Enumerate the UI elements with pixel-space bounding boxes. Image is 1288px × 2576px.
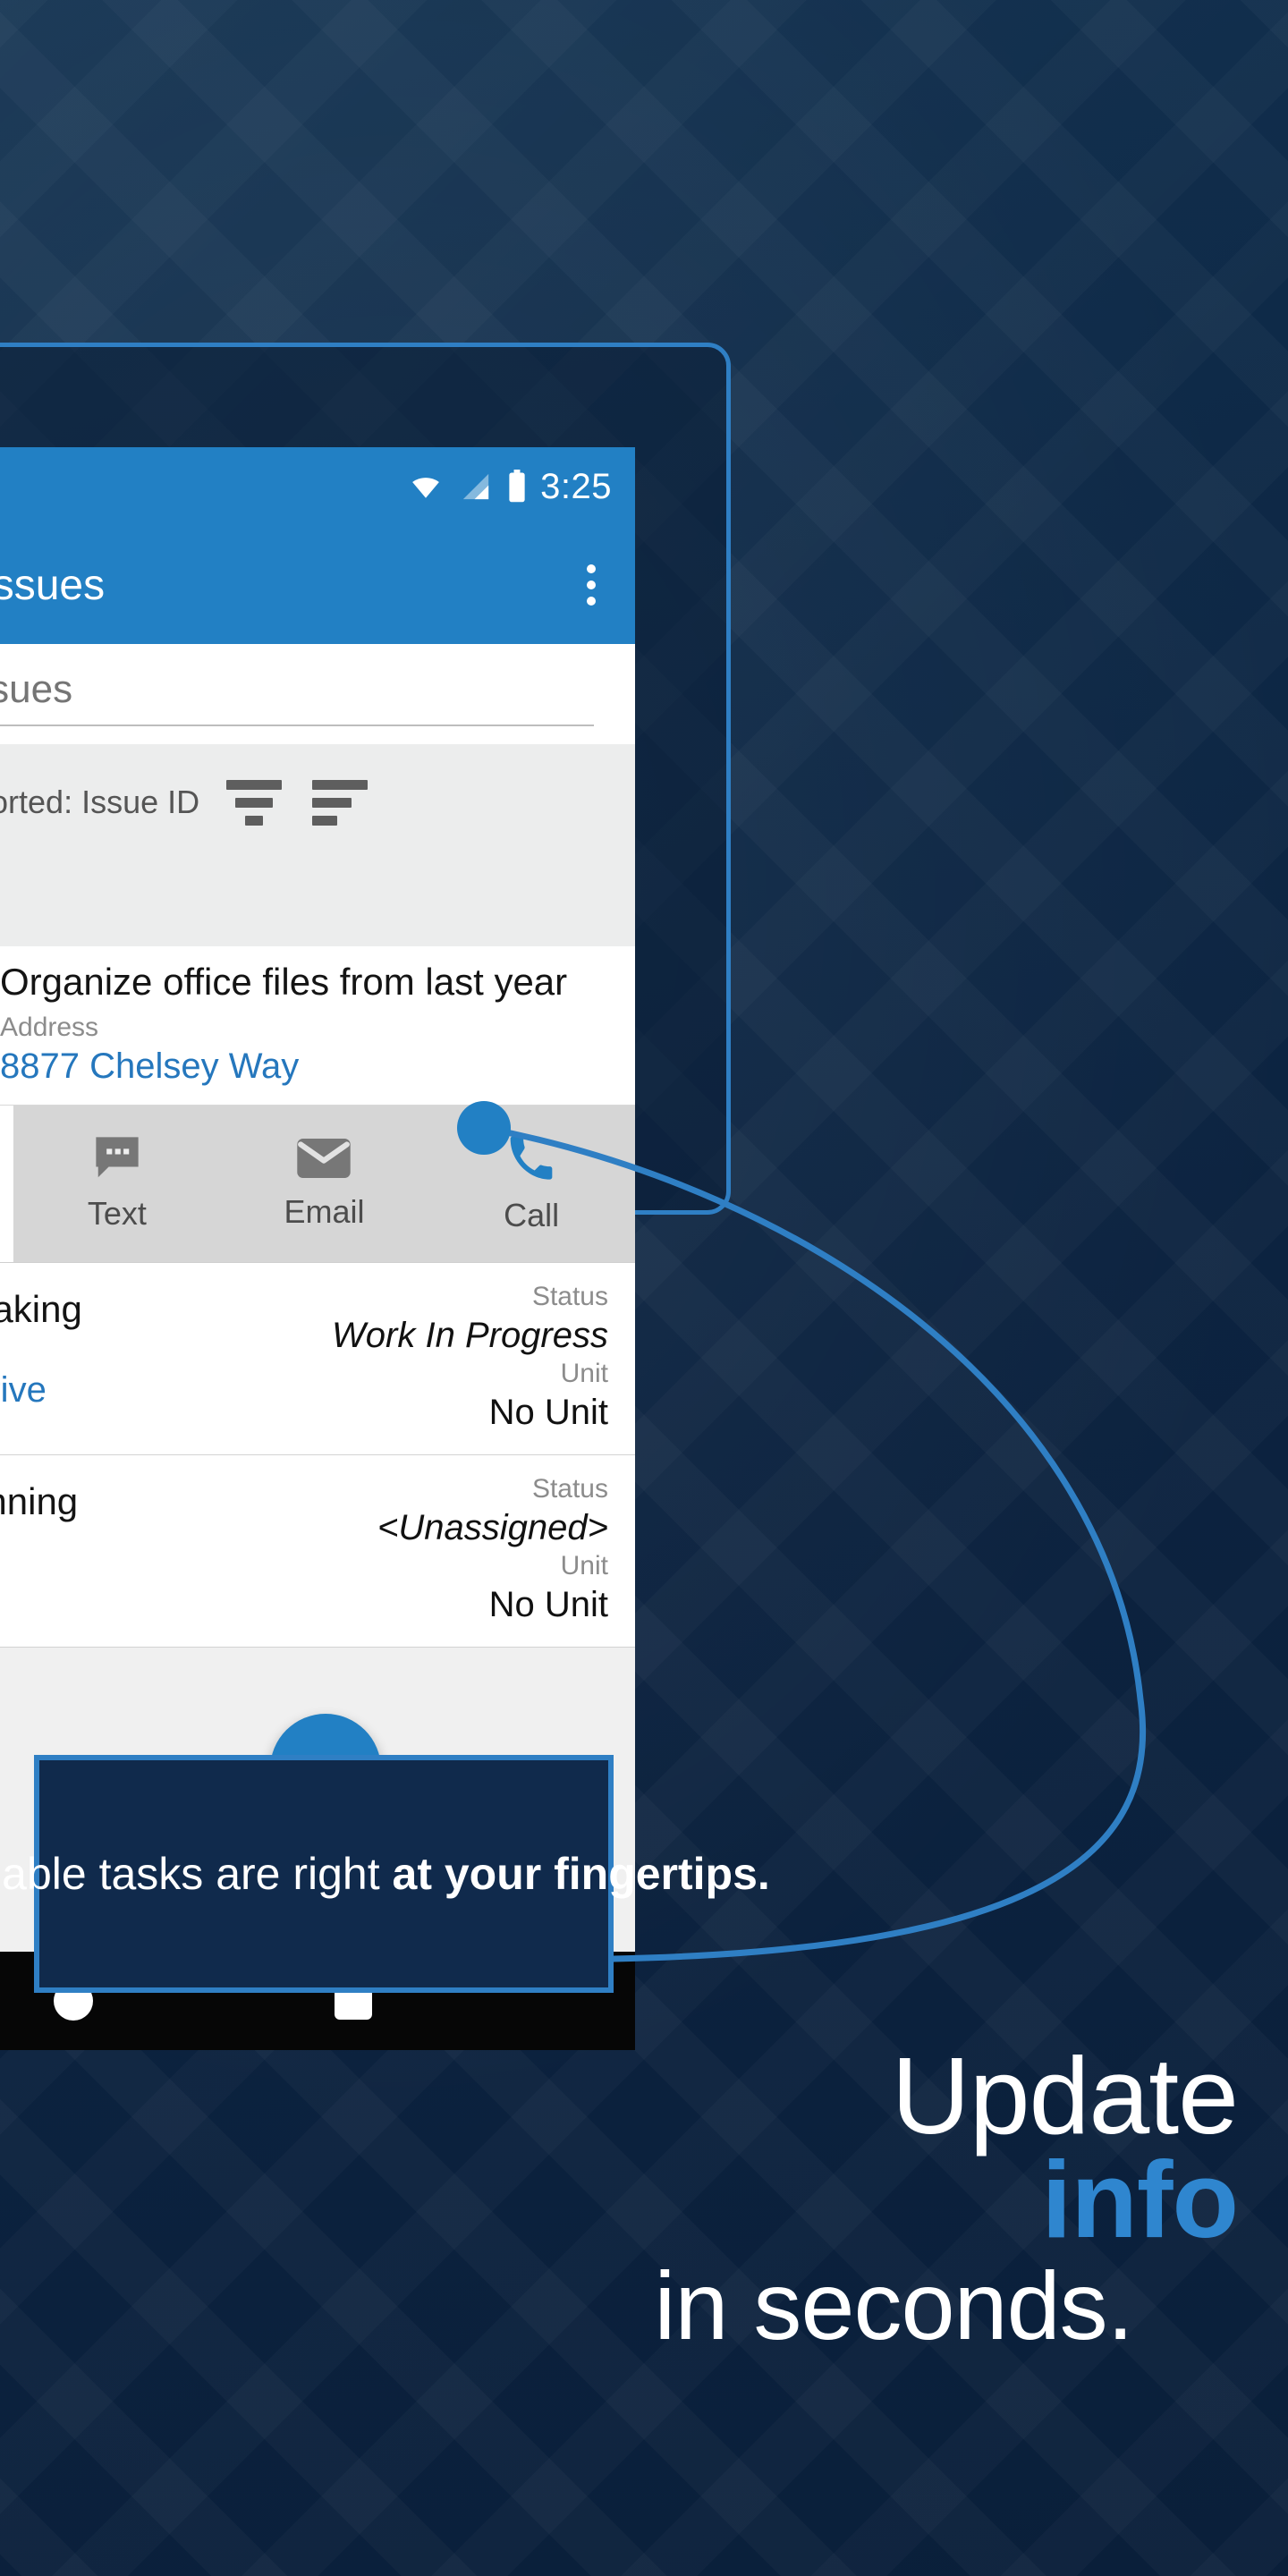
text-action-button[interactable]: Text [41, 1135, 193, 1233]
headline-line-1: Update [891, 2035, 1239, 2157]
issue-title: Organize office files from last year [0, 961, 568, 1003]
call-action-button[interactable]: Call [455, 1133, 607, 1234]
issue-title: Bathroom leaking [0, 1288, 82, 1330]
headline-line-3: in seconds. [654, 2251, 1133, 2360]
promo-screenshot-root: 3:25 Service Issues Sorted: Issue ID [0, 0, 1288, 2576]
unit-value: No Unit [488, 1393, 608, 1432]
address-link[interactable]: Lakewood Drive [0, 1370, 47, 1411]
message-bubble-icon [91, 1135, 143, 1186]
status-bar-clock: 3:25 [540, 466, 612, 506]
list-item-left: Bathroom leaking Lakewood Drive [0, 1281, 224, 1435]
list-item-meta: Status <Unassigned> Unit No Unit [224, 1473, 608, 1627]
unit-value: No Unit [488, 1585, 608, 1624]
caption-text: Actionable tasks are right at your finge… [0, 1846, 770, 1902]
search-input[interactable] [0, 667, 594, 726]
kebab-menu-icon[interactable] [571, 555, 612, 614]
filter-icon[interactable] [312, 779, 369, 826]
sorted-label: Sorted: Issue ID [0, 784, 200, 820]
filter-strip: Sorted: Issue ID [0, 744, 635, 860]
phone-handset-icon [506, 1133, 556, 1188]
caption-text-bold: at your fingertips. [392, 1848, 770, 1899]
promo-headline: Update info in seconds. [558, 2035, 1239, 2360]
call-action-label: Call [504, 1197, 560, 1233]
envelope-icon [296, 1137, 352, 1184]
caption-banner: Actionable tasks are right at your finge… [0, 1755, 770, 1993]
selected-issue-main: Organize office files from last year Add… [0, 946, 635, 1106]
battery-icon [506, 470, 528, 504]
text-action-label: Text [87, 1195, 147, 1232]
unit-label: Unit [560, 1359, 608, 1388]
list-spacer [0, 860, 635, 946]
address-link[interactable]: 8877 Chelsey Way [0, 1046, 608, 1087]
sort-icon[interactable] [226, 779, 283, 826]
selected-issue-row[interactable]: ➞ Directions Organize office files from … [0, 946, 635, 1106]
app-bar: Service Issues [0, 526, 635, 644]
list-item-left: Toilet still running [0, 1473, 224, 1627]
cellular-signal-icon [458, 471, 494, 502]
unit-label: Unit [560, 1551, 608, 1580]
status-value: <Unassigned> [377, 1508, 608, 1547]
list-item[interactable]: Bathroom leaking Lakewood Drive Status W… [0, 1263, 635, 1455]
list-item-meta: Status Work In Progress Unit No Unit [224, 1281, 608, 1435]
address-label: Address [0, 1013, 99, 1043]
email-action-button[interactable]: Email [248, 1137, 400, 1231]
search-container [0, 644, 635, 744]
status-value: Work In Progress [332, 1316, 608, 1355]
caption-text-normal: Actionable tasks are right [0, 1848, 380, 1899]
contact-action-bar: Text Email Call [13, 1106, 635, 1262]
page-title: Service Issues [0, 561, 106, 609]
list-item[interactable]: Toilet still running Status <Unassigned>… [0, 1455, 635, 1648]
selected-issue-meta: Status New Unit 1 [0, 1106, 13, 1262]
selected-issue-actions: Status New Unit 1 Text [0, 1106, 635, 1263]
status-label: Status [531, 1474, 608, 1504]
android-status-bar: 3:25 [0, 447, 635, 526]
wifi-icon [406, 471, 445, 502]
email-action-label: Email [284, 1193, 365, 1230]
status-label: Status [531, 1282, 608, 1311]
headline-line-2: info [1041, 2139, 1239, 2260]
issue-title: Toilet still running [0, 1480, 79, 1522]
